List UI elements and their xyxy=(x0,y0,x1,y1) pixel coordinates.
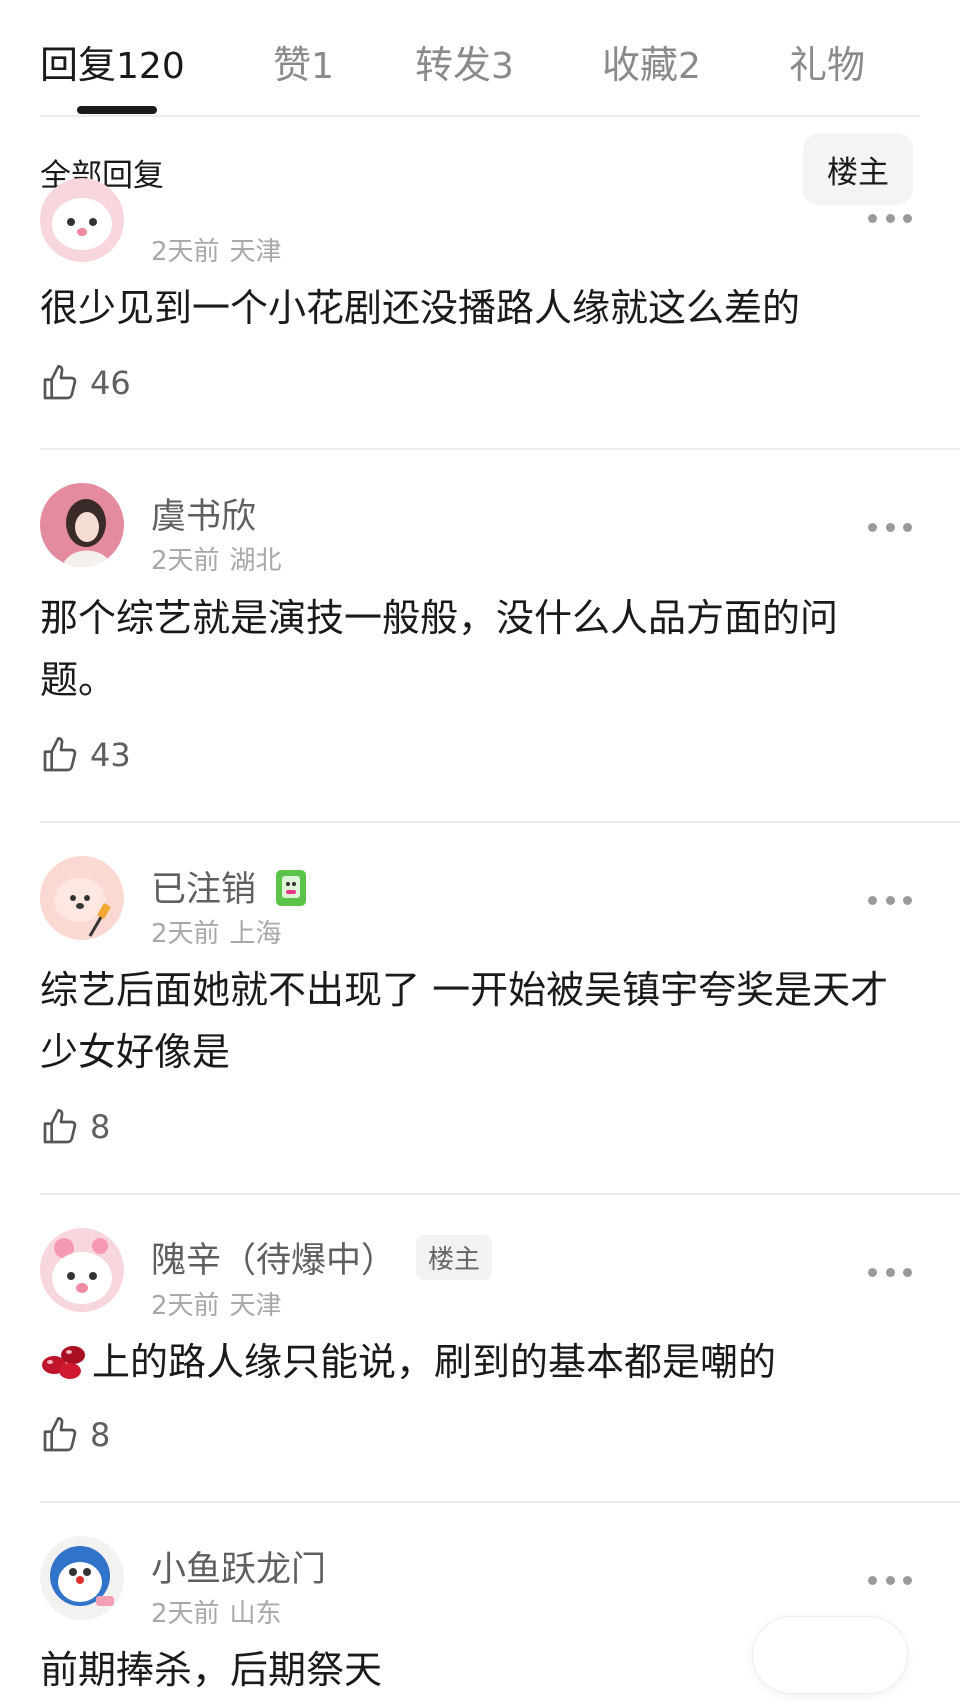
comment-username[interactable]: 已注销 xyxy=(151,861,308,912)
tab-gifts[interactable]: 礼物 xyxy=(789,34,865,89)
comment-time: 2天前 xyxy=(151,546,220,576)
red-bean-emoji-icon xyxy=(42,1346,85,1379)
comment-location: 天津 xyxy=(229,1291,282,1321)
comment-divider xyxy=(40,1193,960,1195)
tab-reposts[interactable]: 转发3 xyxy=(415,34,514,89)
thumbs-up-icon xyxy=(43,1109,77,1144)
tab-likes[interactable]: 赞1 xyxy=(273,34,334,89)
thumbs-up-icon xyxy=(43,365,77,400)
comment-meta: 2天前 山东 xyxy=(151,1593,282,1630)
comment-text: 上的路人缘只能说，刷到的基本都是嘲的 xyxy=(40,1331,900,1393)
more-options-button[interactable] xyxy=(868,893,912,907)
comment-location: 上海 xyxy=(229,919,282,949)
more-options-button[interactable] xyxy=(868,1573,912,1587)
like-count: 46 xyxy=(90,364,131,402)
avatar[interactable] xyxy=(40,483,124,567)
tab-likes-label: 赞 xyxy=(273,43,312,87)
comment-divider xyxy=(40,821,960,823)
comment-location: 山东 xyxy=(229,1599,282,1629)
tab-replies[interactable]: 回复120 xyxy=(40,34,185,89)
like-count: 8 xyxy=(90,1416,111,1454)
comment-username[interactable]: 小鱼跃龙门 xyxy=(151,1541,326,1592)
like-button[interactable]: 8 xyxy=(40,1410,110,1460)
like-count: 43 xyxy=(90,736,131,774)
like-button[interactable]: 43 xyxy=(40,730,131,780)
more-options-button[interactable] xyxy=(868,520,912,534)
more-options-button[interactable] xyxy=(868,1265,912,1279)
thumbs-up-icon xyxy=(43,737,77,772)
tab-replies-count: 120 xyxy=(116,46,185,87)
comment-meta: 2天前 天津 xyxy=(151,1285,282,1322)
tab-favorites-label: 收藏 xyxy=(602,43,679,87)
reply-tabs: 回复120 赞1 转发3 收藏2 礼物 xyxy=(0,0,960,117)
comment-location: 湖北 xyxy=(229,546,282,576)
comment-location: 天津 xyxy=(229,237,282,267)
comment-text: 综艺后面她就不出现了 一开始被吴镇宇夸奖是天才少女好像是 xyxy=(40,968,889,1074)
comment-meta: 2天前 天津 xyxy=(151,231,282,268)
comment-time: 2天前 xyxy=(151,1291,220,1321)
badge-medal-icon xyxy=(276,869,307,906)
tab-favorites[interactable]: 收藏2 xyxy=(602,34,701,89)
comment-username[interactable]: 虞书欣 xyxy=(151,488,256,539)
floating-action-button[interactable] xyxy=(752,1616,908,1694)
tab-likes-count: 1 xyxy=(311,46,334,87)
avatar[interactable] xyxy=(40,1536,124,1620)
thumbs-up-icon xyxy=(43,1417,77,1452)
comment-text-content: 上的路人缘只能说，刷到的基本都是嘲的 xyxy=(92,1340,777,1384)
like-button[interactable]: 8 xyxy=(40,1102,110,1152)
like-count: 8 xyxy=(90,1108,111,1146)
comment-divider xyxy=(40,1501,960,1503)
op-only-filter-button[interactable]: 楼主 xyxy=(803,133,913,205)
comment-username[interactable]: 隗辛（待爆中） 楼主 xyxy=(151,1232,493,1283)
comment-time: 2天前 xyxy=(151,237,220,267)
tab-reposts-label: 转发 xyxy=(415,43,492,87)
tabs-divider xyxy=(40,115,920,117)
active-tab-indicator xyxy=(77,106,157,114)
op-badge: 楼主 xyxy=(416,1235,493,1280)
comment-text: 那个综艺就是演技一般般，没什么人品方面的问题。 xyxy=(40,596,839,702)
like-button[interactable]: 46 xyxy=(40,358,131,408)
comment-meta: 2天前 上海 xyxy=(151,913,282,950)
tab-replies-label: 回复 xyxy=(40,43,117,87)
tab-reposts-count: 3 xyxy=(491,46,514,87)
comment-time: 2天前 xyxy=(151,1599,220,1629)
username-text: 隗辛（待爆中） xyxy=(151,1241,397,1281)
avatar[interactable] xyxy=(40,856,124,940)
comment-time: 2天前 xyxy=(151,919,220,949)
comment-text: 很少见到一个小花剧还没播路人缘就这么差的 xyxy=(40,286,801,330)
avatar[interactable] xyxy=(40,178,124,262)
tab-favorites-count: 2 xyxy=(678,46,701,87)
avatar[interactable] xyxy=(40,1228,124,1312)
more-options-button[interactable] xyxy=(868,211,912,225)
comment-divider xyxy=(40,448,960,450)
comment-meta: 2天前 湖北 xyxy=(151,540,282,577)
tab-gifts-label: 礼物 xyxy=(789,43,866,87)
username-text: 已注销 xyxy=(151,870,257,910)
